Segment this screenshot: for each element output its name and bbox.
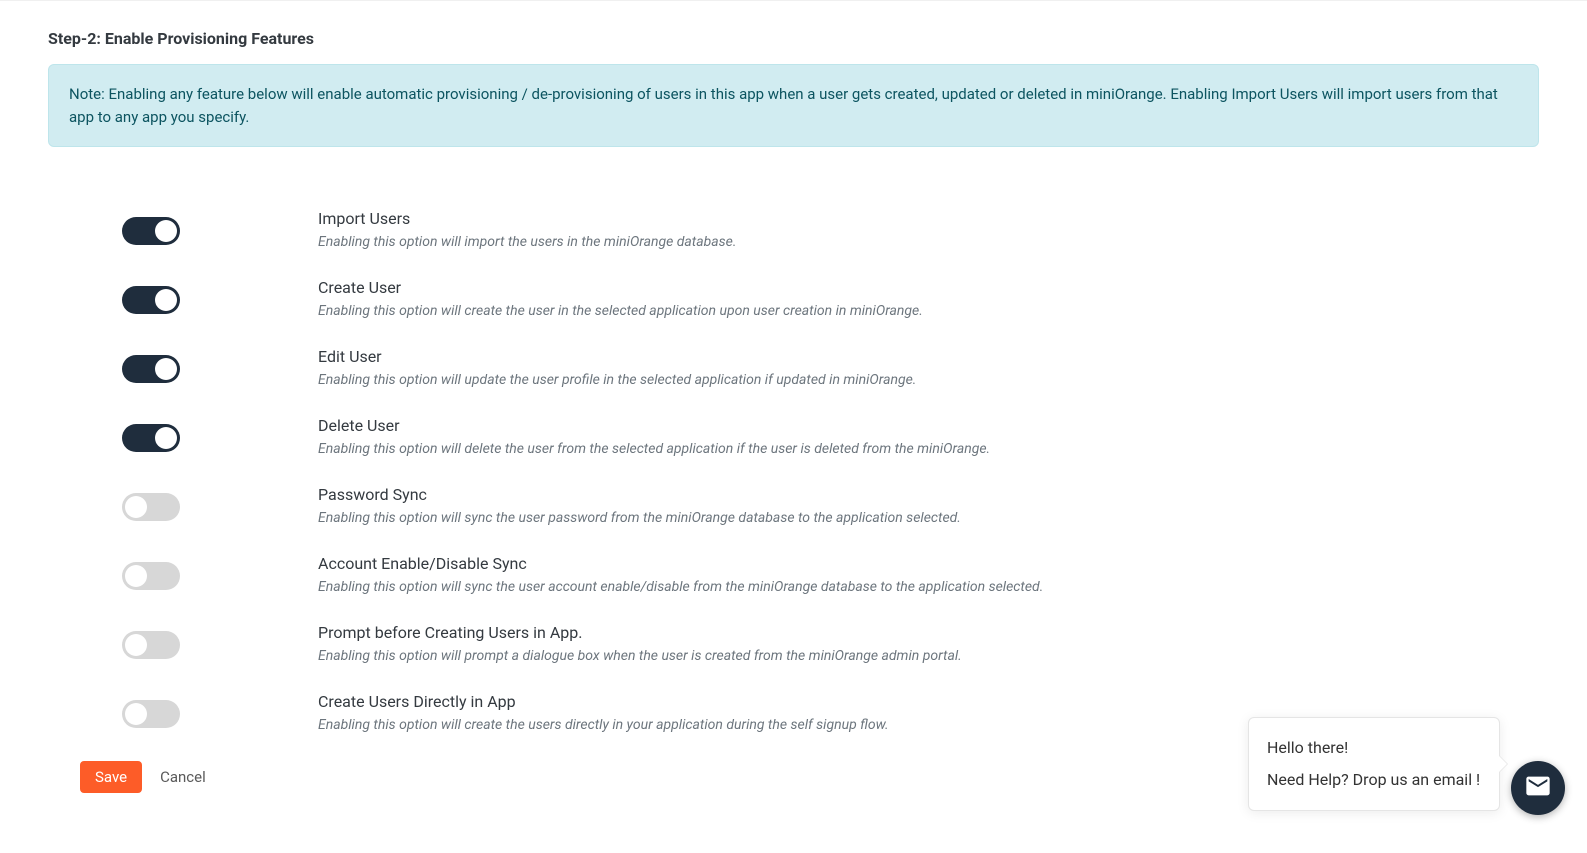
feature-row-prompt-create: Prompt before Creating Users in App. Ena… [122,623,1539,664]
feature-desc: Enabling this option will sync the user … [318,510,1539,526]
feature-title: Password Sync [318,485,1539,504]
feature-title: Import Users [318,209,1539,228]
feature-title: Prompt before Creating Users in App. [318,623,1539,642]
save-button[interactable]: Save [80,761,142,793]
feature-row-edit-user: Edit User Enabling this option will upda… [122,347,1539,388]
toggle-create-user[interactable] [122,286,180,314]
feature-row-import-users: Import Users Enabling this option will i… [122,209,1539,250]
feature-row-delete-user: Delete User Enabling this option will de… [122,416,1539,457]
toggle-delete-user[interactable] [122,424,180,452]
toggle-password-sync[interactable] [122,493,180,521]
features-list: Import Users Enabling this option will i… [48,209,1539,733]
feature-row-password-sync: Password Sync Enabling this option will … [122,485,1539,526]
cancel-button[interactable]: Cancel [160,768,206,786]
feature-desc: Enabling this option will sync the user … [318,579,1539,595]
top-divider [0,0,1587,1]
feature-desc: Enabling this option will import the use… [318,234,1539,250]
feature-title: Account Enable/Disable Sync [318,554,1539,573]
feature-row-create-user: Create User Enabling this option will cr… [122,278,1539,319]
feature-title: Create User [318,278,1539,297]
feature-row-account-enable-disable: Account Enable/Disable Sync Enabling thi… [122,554,1539,595]
toggle-account-enable-disable[interactable] [122,562,180,590]
feature-desc: Enabling this option will create the use… [318,303,1539,319]
feature-title: Edit User [318,347,1539,366]
chat-fab[interactable] [1511,761,1565,815]
help-line2: Need Help? Drop us an email ! [1267,764,1481,796]
feature-desc: Enabling this option will prompt a dialo… [318,648,1539,664]
feature-title: Delete User [318,416,1539,435]
toggle-create-direct[interactable] [122,700,180,728]
page-container: Step-2: Enable Provisioning Features Not… [0,29,1587,793]
toggle-prompt-create[interactable] [122,631,180,659]
feature-title: Create Users Directly in App [318,692,1539,711]
feature-desc: Enabling this option will update the use… [318,372,1539,388]
help-line1: Hello there! [1267,732,1481,764]
toggle-edit-user[interactable] [122,355,180,383]
mail-icon [1524,772,1552,804]
toggle-import-users[interactable] [122,217,180,245]
feature-desc: Enabling this option will delete the use… [318,441,1539,457]
step-title: Step-2: Enable Provisioning Features [48,29,1539,48]
help-popup: Hello there! Need Help? Drop us an email… [1248,717,1500,811]
note-box: Note: Enabling any feature below will en… [48,64,1539,147]
